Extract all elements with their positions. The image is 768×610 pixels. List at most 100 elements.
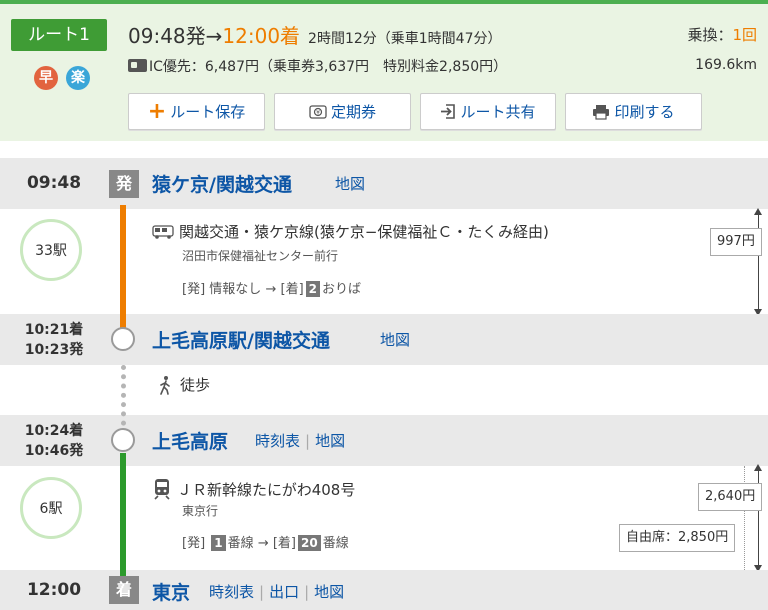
print-label: 印刷する [614,103,675,121]
fare-range-arrow [754,464,762,572]
time-arrow: → [205,24,223,48]
platform-arr-number: 20 [298,535,321,551]
route-summary: ルート1 早 楽 09:48発→12:00着 2時間12分（乗車1時間47分） 乗… [0,0,768,141]
station-name[interactable]: 猿ケ京/関越交通 [152,170,292,197]
platform-dep-suffix: 番線 [227,536,254,551]
transfers: 乗換：1回 [687,24,757,45]
action-buttons: + ルート保存 ¥ 定期券 ルート共有 印刷する [128,93,702,130]
map-link[interactable]: 地図 [315,432,345,450]
departure-time: 09:48 [26,173,82,193]
station-links: 時刻表 | 地図 [255,430,345,451]
train-icon [152,478,172,500]
station-circle-marker [111,327,135,351]
transfers-count: 1回 [732,26,757,44]
transfer-times: 10:24着 10:46発 [0,421,108,461]
bus-icon [152,224,174,239]
station-name[interactable]: 上毛高原 [152,427,228,454]
station-links: 地図 [335,173,365,194]
bus-line-name: 関越交通・猿ケ京線(猿ケ京−保健福祉Ｃ・たくみ経由) [179,223,549,241]
link-separator: | [304,583,310,601]
map-link[interactable]: 地図 [380,331,410,349]
platform-arrow: → [257,536,269,551]
bus-fare: 997円 [710,228,762,256]
print-button[interactable]: 印刷する [565,93,702,130]
platform-arr-suffix: 番線 [322,536,349,551]
share-route-button[interactable]: ルート共有 [420,93,556,130]
station-links: 時刻表 | 出口 | 地図 [209,581,344,602]
departure-time: 09:48発 [128,24,206,48]
departure-time: 10:46発 [24,443,84,459]
departure-time: 10:23発 [24,342,84,358]
platform-arrow: → [265,282,277,297]
share-route-label: ルート共有 [460,103,536,121]
station-links: 地図 [380,329,410,350]
arrival-time: 10:24着 [24,423,84,439]
save-route-button[interactable]: + ルート保存 [128,93,265,130]
express-fare: 自由席：2,850円 [619,524,736,552]
station-name[interactable]: 東京 [152,578,190,605]
walking-person-icon [158,375,172,395]
bus-route-line [120,205,126,343]
route-timeline: 09:48 猿ケ京/関越交通 地図 33駅 関越交通・猿ケ京線(猿ケ京−保健福祉… [0,158,768,610]
walk-label: 徒歩 [180,376,211,394]
bus-line-title: 関越交通・猿ケ京線(猿ケ京−保健福祉Ｃ・たくみ経由) [152,221,549,242]
bus-platform-info: [発] 情報なし → [着] 2 おりば [182,278,361,297]
arrival-time: 10:21着 [24,322,84,338]
timetable-link[interactable]: 時刻表 [209,583,254,601]
fast-badge-icon: 早 [34,66,58,90]
timetable-link[interactable]: 時刻表 [255,432,300,450]
stop-count-label: 6駅 [39,501,63,517]
train-direction: 東京行 [182,504,219,518]
save-route-label: ルート保存 [170,103,246,121]
plus-icon: + [147,98,167,124]
platform-arr-label: [着] [280,282,304,297]
printer-icon [592,104,610,120]
exit-link[interactable]: 出口 [269,583,299,601]
walk-route-line [121,365,126,435]
train-platform-info: [発] 1 番線 → [着] 20 番線 [182,532,349,551]
commuter-pass-label: 定期券 [330,103,376,121]
train-line-title: ＪＲ新幹線たにがわ408号 [152,478,355,500]
station-circle-marker [111,428,135,452]
platform-dep-label: [発] [182,536,206,551]
map-link[interactable]: 地図 [335,175,365,193]
platform-dep-number: 1 [211,535,226,551]
bus-direction: 沼田市保健福祉センター前行 [182,249,339,263]
stop-count-label: 33駅 [35,243,67,259]
platform-dep-label: [発] [182,282,206,297]
map-link[interactable]: 地図 [314,583,344,601]
route-tab[interactable]: ルート1 [11,19,107,51]
commuter-pass-icon: ¥ [309,104,327,120]
fare-line: IC優先：6,487円（乗車券3,637円 特別料金2,850円） [149,59,508,75]
duration: 2時間12分（乗車1時間47分） [308,31,502,47]
distance: 169.6km [695,57,757,73]
easy-badge-icon: 楽 [66,66,90,90]
train-fare: 2,640円 [698,483,763,511]
platform-arr-suffix: おりば [322,282,362,297]
fare-summary: IC優先：6,487円（乗車券3,637円 特別料金2,850円） [128,56,507,76]
time-summary: 09:48発→12:00着 2時間12分（乗車1時間47分） [128,20,502,49]
train-line-name: ＪＲ新幹線たにがわ408号 [177,480,356,499]
train-route-line [120,453,126,580]
arrival-time: 12:00 [26,580,82,600]
platform-dep-value: 情報なし [209,282,262,297]
svg-text:¥: ¥ [316,109,320,116]
walk-title: 徒歩 [152,374,210,395]
transfers-label: 乗換： [687,26,733,44]
arrival-time: 12:00着 [222,24,301,48]
transfer-times: 10:21着 10:23発 [0,320,108,360]
stop-count: 33駅 [20,219,82,281]
arrival-marker: 着 [109,576,139,604]
departure-marker: 発 [109,170,139,198]
commuter-pass-button[interactable]: ¥ 定期券 [274,93,411,130]
fare-range-arrow [754,208,762,316]
express-fare-range [744,466,745,570]
link-separator: | [259,583,265,601]
link-separator: | [305,432,311,450]
stop-count: 6駅 [20,477,82,539]
station-name[interactable]: 上毛高原駅/関越交通 [152,326,330,353]
platform-arr-label: [着] [272,536,297,551]
platform-arr-number: 2 [305,281,321,297]
ic-card-icon [128,59,147,72]
share-icon [440,103,456,120]
